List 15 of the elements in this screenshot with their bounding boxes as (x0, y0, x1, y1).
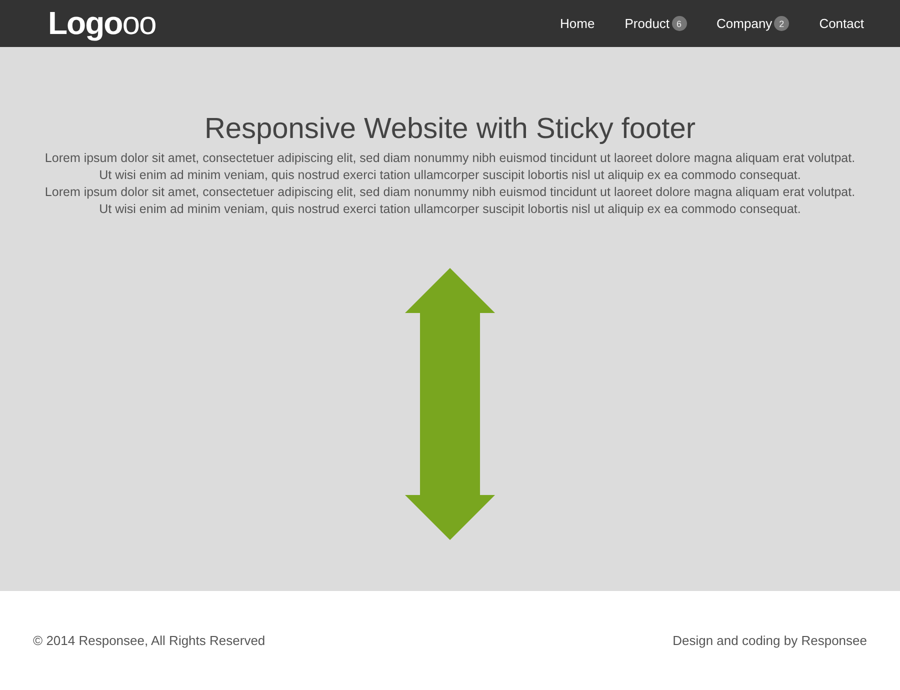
nav-link[interactable]: Company 2 (716, 16, 790, 31)
count-badge: 2 (774, 16, 790, 31)
nav-link[interactable]: Product 6 (624, 16, 687, 31)
body-text: Ut wisi enim ad minim veniam, quis nostrud exerci tation ullamcorper suscipit lobortis nisl ut aliquip ex ea commodo consequat. (99, 201, 801, 218)
body-text: Lorem ipsum dolor sit amet, consectetuer adipiscing elit, sed diam nonummy nibh euismod tincidunt ut laoreet dolore magna aliquam erat volutpat. (44, 150, 856, 167)
copyright-text: © 2014 Responsee, All Rights Reserved (33, 633, 266, 648)
credit-text: Design and coding by Responsee (672, 633, 867, 648)
body-text: Lorem ipsum dolor sit amet, consectetuer adipiscing elit, sed diam nonummy nibh euismod tincidunt ut laoreet dolore magna aliquam erat volutpat. (44, 184, 856, 201)
nav-link[interactable]: Home (560, 16, 595, 31)
page-title: Responsive Website with Sticky footer (204, 113, 696, 146)
double-arrow-icon (405, 268, 495, 540)
body-text: Ut wisi enim ad minim veniam, quis nostrud exerci tation ullamcorper suscipit lobortis nisl ut aliquip ex ea commodo consequat. (99, 167, 801, 184)
logo[interactable]: Logooo (48, 5, 156, 42)
count-badge: 6 (672, 16, 687, 31)
nav-link[interactable]: Contact (819, 16, 864, 31)
